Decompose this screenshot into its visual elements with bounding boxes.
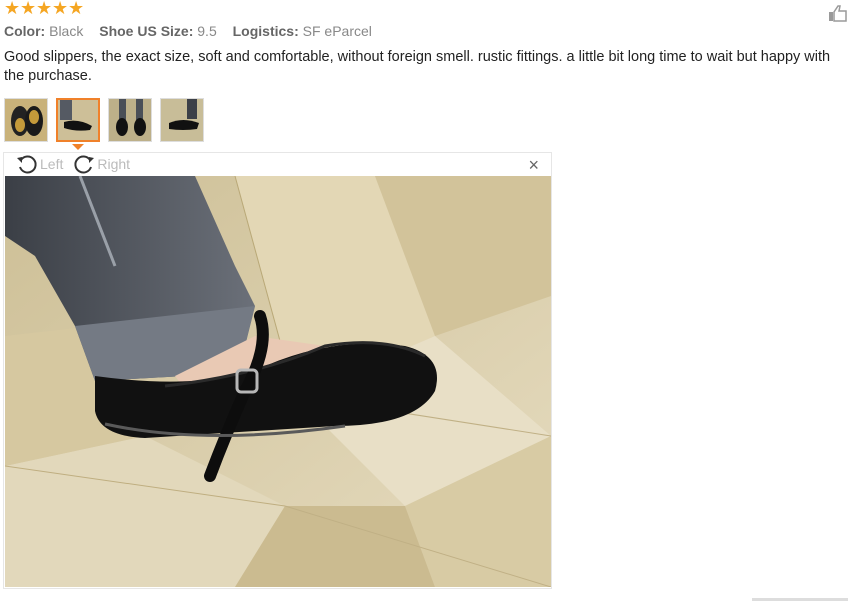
rating-stars: ★ ★ ★ ★ ★ <box>4 0 85 18</box>
attr-key-logistics: Logistics: <box>232 23 299 39</box>
rotate-left-label: Left <box>40 156 64 172</box>
rotate-right-button[interactable]: Right <box>73 153 130 175</box>
thumbnail-shoes-worn[interactable] <box>160 98 204 142</box>
photo-viewer: Left Right × <box>3 152 552 589</box>
review-photo <box>5 176 551 587</box>
thumbs-up-icon[interactable] <box>828 4 848 22</box>
star-icon: ★ <box>68 0 85 18</box>
photo-thumbnails <box>4 98 204 142</box>
active-thumbnail-indicator <box>72 144 84 150</box>
attr-key-color: Color: <box>4 23 46 39</box>
attr-value-size: 9.5 <box>197 23 217 39</box>
divider <box>752 598 848 601</box>
attr-key-size: Shoe US Size: <box>99 23 194 39</box>
rotate-left-button[interactable]: Left <box>16 153 63 175</box>
star-icon: ★ <box>4 0 21 18</box>
thumbnail-shoe-soles[interactable] <box>4 98 48 142</box>
viewer-controls: Left Right <box>16 153 130 175</box>
star-icon: ★ <box>20 0 37 18</box>
star-icon: ★ <box>52 0 69 18</box>
attr-value-color: Black <box>49 23 84 39</box>
star-icon: ★ <box>36 0 53 18</box>
review-text: Good slippers, the exact size, soft and … <box>4 49 831 84</box>
attr-value-logistics: SF eParcel <box>302 23 372 39</box>
thumbnail-shoes-pair[interactable] <box>108 98 152 142</box>
close-icon[interactable]: × <box>528 156 539 174</box>
order-attributes: Color: Black Shoe US Size: 9.5 Logistics… <box>4 22 384 40</box>
rotate-right-icon <box>74 155 95 174</box>
thumbnail-shoe-on-foot[interactable] <box>56 98 100 142</box>
rotate-right-label: Right <box>97 156 131 172</box>
rotate-left-icon <box>17 155 37 174</box>
